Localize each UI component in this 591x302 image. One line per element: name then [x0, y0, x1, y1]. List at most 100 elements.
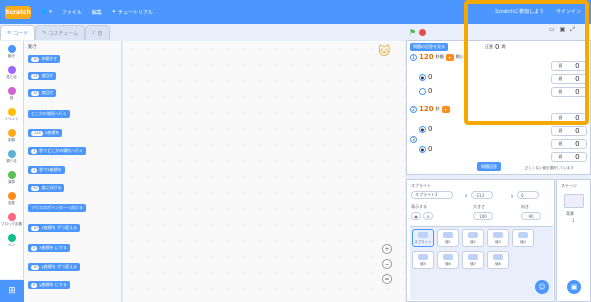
signin-link[interactable]: サインイン [556, 8, 581, 15]
category-item[interactable]: 演算 [0, 167, 23, 188]
radio-1b[interactable] [419, 87, 426, 95]
code-workspace[interactable] [123, 41, 405, 302]
sprite-info-panel: スプライト スプライト1 x -213 y 0 表示する ◉ ⊘ 大きさ 100… [406, 179, 555, 302]
size-label: 大きさ [473, 204, 485, 209]
category-item[interactable]: 見た目 [0, 62, 23, 83]
x-input[interactable]: -213 [471, 191, 493, 199]
motion-block[interactable]: 90 度に向ける [28, 184, 65, 192]
stage-canvas[interactable]: 問題の回答を見る 正答 0 問 1 120 秒間 ▾ 問いて ● 0 0 値0 値… [406, 40, 591, 175]
category-item[interactable]: ブロック定義 [0, 209, 23, 230]
answer-box-2[interactable]: 値0 [551, 74, 587, 84]
extension-button[interactable]: ⊞ [0, 280, 24, 302]
sprite-image-icon [418, 254, 428, 260]
hide-button[interactable]: ⊘ [423, 212, 433, 220]
category-item[interactable]: イベント [0, 104, 23, 125]
block-input[interactable]: 90 [31, 185, 40, 191]
sprite-thumbnail[interactable]: 値4 [512, 229, 534, 247]
sprite-thumbnail[interactable]: 値2 [462, 229, 484, 247]
block-input[interactable]: 1 [31, 167, 38, 173]
motion-block[interactable]: 0 x座標を にする [28, 244, 70, 252]
block-input[interactable]: 10 [31, 225, 40, 231]
sprite-name-input[interactable]: スプライト1 [411, 191, 453, 199]
sprite-thumbnail[interactable]: 値6 [437, 251, 459, 269]
motion-block[interactable]: 15 度回す [28, 89, 57, 97]
show-visible-button[interactable]: ◉ [411, 212, 421, 220]
motion-block[interactable]: どこかの場所へ行く [28, 110, 70, 118]
block-input[interactable]: 15 [31, 73, 40, 79]
zoom-reset-button[interactable]: = [382, 274, 392, 284]
brush-icon: ✎ [42, 30, 47, 36]
block-input[interactable]: 1 [31, 148, 38, 154]
direction-input[interactable]: 90 [521, 212, 541, 220]
block-input[interactable]: 0 [31, 245, 38, 251]
answer-box-4[interactable]: 値0 [551, 113, 587, 123]
answer-box-5[interactable]: 値0 [551, 126, 587, 136]
add-backdrop-button[interactable]: ▣ [567, 280, 581, 294]
motion-block[interactable]: 15 度回す [28, 72, 57, 80]
sprite-thumbnail[interactable]: スプライト [412, 229, 434, 247]
tab-costumes[interactable]: ✎ コスチューム [35, 25, 86, 40]
motion-block[interactable]: 1 秒でどこかの場所へ行く [28, 147, 87, 155]
answer-box-6[interactable]: 値0 [551, 139, 587, 149]
motion-block[interactable]: 10 歩動かす [28, 55, 61, 63]
block-label: 度回す [41, 90, 54, 95]
tab-code[interactable]: ≡ コード [0, 25, 36, 40]
answer-box-3[interactable]: 値0 [551, 87, 587, 97]
block-input[interactable]: 0 [31, 282, 38, 288]
show-answer-button[interactable]: 問題の回答を見る [410, 43, 448, 51]
block-input[interactable]: 10 [31, 264, 40, 270]
small-stage-icon[interactable]: ▭ [549, 26, 555, 34]
block-input[interactable]: 10 [31, 56, 40, 62]
zoom-in-button[interactable]: + [382, 244, 392, 254]
zoom-out-button[interactable]: − [382, 259, 392, 269]
question-1-dropdown[interactable]: ▾ [445, 53, 454, 61]
tab-sounds[interactable]: ♪ 音 [85, 25, 110, 40]
category-label: ブロック定義 [1, 221, 22, 226]
file-menu[interactable]: ファイル [62, 9, 82, 16]
green-flag-icon[interactable]: ⚑ [409, 28, 416, 37]
sprite-thumbnail[interactable]: 値3 [487, 229, 509, 247]
category-menu: 動き 見た目音イベント 制御 調べる 演算 変数ブロック定義ペン [0, 41, 24, 279]
language-menu[interactable]: 🌐 ▾ [41, 9, 52, 15]
stop-icon[interactable] [419, 28, 427, 36]
answer-box-1[interactable]: 値0 [551, 61, 587, 71]
category-color-icon [7, 65, 16, 74]
edit-menu[interactable]: 編集 [92, 9, 102, 16]
answer-box-7[interactable]: 値0 [551, 152, 587, 162]
radio-2a[interactable]: ● [419, 125, 426, 133]
stage-size-controls: ▭ ▣ ⤢ [549, 26, 575, 34]
radio-1a[interactable]: ● [419, 73, 426, 81]
radio-3a[interactable]: ● [419, 145, 426, 153]
sprite-thumbnail[interactable]: 値1 [437, 229, 459, 247]
motion-block[interactable]: 10 y座標を ずつ変える [28, 263, 80, 271]
category-item[interactable]: 制御 [0, 125, 23, 146]
sprite-thumbnail[interactable]: 値5 [412, 251, 434, 269]
category-item[interactable]: 調べる [0, 146, 23, 167]
sprite-thumbnail-label: 値5 [420, 262, 426, 266]
size-input[interactable]: 100 [473, 212, 493, 220]
category-color-icon [7, 149, 16, 158]
block-input[interactable]: -240 [31, 130, 43, 136]
stage-thumbnail[interactable] [564, 194, 584, 208]
scratch-logo[interactable]: Scratch [5, 5, 31, 19]
motion-block[interactable]: マウスのポインターへ向ける [28, 204, 86, 212]
block-input[interactable]: 15 [31, 90, 40, 96]
add-sprite-button[interactable]: ☺ [535, 280, 549, 294]
motion-block[interactable]: 10 x座標を ずつ変える [28, 224, 80, 232]
sprite-thumbnail[interactable]: 値8 [487, 251, 509, 269]
category-item[interactable]: 動き [0, 41, 23, 62]
category-item[interactable]: 音 [0, 83, 23, 104]
tutorials-menu[interactable]: ✦ チュートリアル [112, 9, 153, 16]
motion-block[interactable]: 0 y座標を にする [28, 281, 70, 289]
motion-block[interactable]: -240 x座標を [28, 129, 63, 137]
join-link[interactable]: Scratchに参加しよう [495, 8, 544, 15]
category-item[interactable]: ペン [0, 230, 23, 251]
large-stage-icon[interactable]: ▣ [560, 26, 566, 34]
submit-answer-button[interactable]: 問題回答 [477, 162, 501, 171]
motion-block[interactable]: 1 秒でx座標を [28, 166, 65, 174]
fullscreen-icon[interactable]: ⤢ [570, 26, 575, 34]
question-2-dropdown[interactable]: ▾ [441, 105, 450, 113]
sprite-thumbnail[interactable]: 値7 [462, 251, 484, 269]
category-item[interactable]: 変数 [0, 188, 23, 209]
y-input[interactable]: 0 [517, 191, 539, 199]
